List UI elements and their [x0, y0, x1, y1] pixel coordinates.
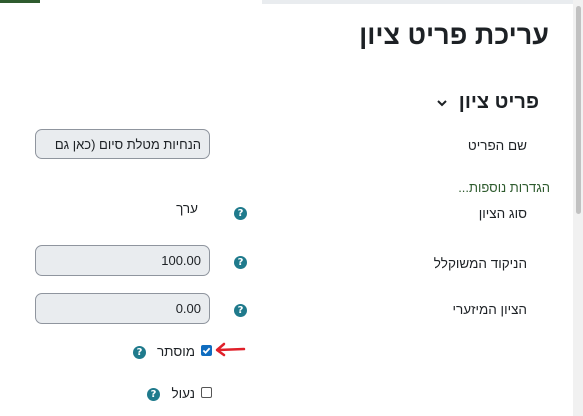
more-settings-link[interactable]: הגדרות נוספות...	[458, 180, 550, 195]
locked-checkbox[interactable]	[201, 387, 212, 398]
item-name-input[interactable]: הנחיות מטלת סיום (כאן גם	[35, 129, 210, 159]
weighted-grade-label: הניקוד המשוקלל	[433, 256, 527, 271]
top-accent-line	[0, 0, 40, 3]
help-icon[interactable]: ?	[234, 207, 247, 220]
min-grade-input[interactable]: 0.00	[35, 293, 210, 324]
help-icon[interactable]: ?	[234, 256, 247, 269]
help-icon[interactable]: ?	[133, 346, 146, 359]
chevron-down-icon[interactable]	[435, 96, 449, 110]
hidden-checkbox[interactable]	[201, 345, 212, 356]
weighted-grade-input[interactable]: 100.00	[35, 245, 210, 276]
scrollbar-thumb[interactable]	[576, 6, 581, 214]
locked-label: נעול	[171, 386, 196, 401]
min-grade-label: הציון המיזערי	[452, 302, 527, 317]
grade-type-label: סוג הציון	[478, 206, 527, 221]
section-title: פריט ציון	[458, 91, 539, 113]
hidden-label: מוסתר	[156, 344, 195, 359]
page-title: עריכת פריט ציון	[359, 20, 549, 50]
top-divider	[262, 0, 583, 4]
item-name-label: שם הפריט	[467, 138, 527, 153]
grade-type-value: ערך	[176, 201, 198, 216]
help-icon[interactable]: ?	[234, 304, 247, 317]
red-arrow-icon	[212, 341, 246, 362]
section-header[interactable]: פריט ציון	[435, 91, 539, 114]
help-icon[interactable]: ?	[147, 388, 160, 401]
